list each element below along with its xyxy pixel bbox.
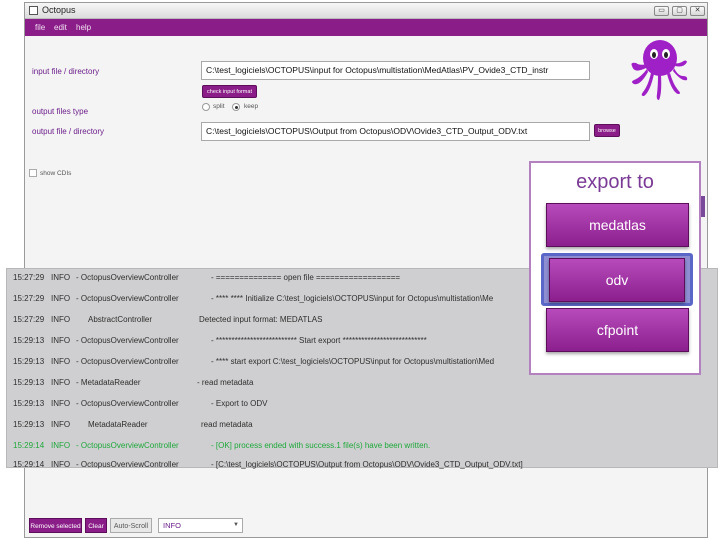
keep-radio[interactable]: [232, 103, 240, 111]
show-cdis-label: show CDIs: [40, 170, 72, 177]
output-path-field[interactable]: C:\test_logiciels\OCTOPUS\Output from Oc…: [201, 122, 590, 141]
chevron-down-icon: ▼: [233, 522, 239, 528]
output-type-label: output files type: [32, 107, 89, 116]
keep-label: keep: [244, 103, 259, 110]
browse-button[interactable]: browse: [594, 124, 620, 137]
menu-help[interactable]: help: [76, 23, 91, 32]
split-radio[interactable]: [202, 103, 210, 111]
split-label: split: [213, 103, 225, 110]
auto-scroll-toggle[interactable]: Auto-Scroll: [110, 518, 152, 533]
export-odv-button[interactable]: odv: [549, 258, 685, 302]
octopus-logo: [631, 40, 688, 100]
export-title: export to: [576, 171, 654, 193]
menu-file[interactable]: file: [35, 23, 45, 32]
export-panel: export to medatlas odv cfpoint: [529, 161, 701, 375]
show-cdis-checkbox[interactable]: [29, 169, 37, 177]
log-level-select[interactable]: INFO ▼: [158, 518, 243, 533]
window-title: Octopus: [42, 5, 76, 15]
close-button[interactable]: ✕: [690, 6, 705, 16]
menu-edit[interactable]: edit: [54, 23, 67, 32]
input-path-field[interactable]: C:\test_logiciels\OCTOPUS\input for Octo…: [201, 61, 590, 80]
input-label: input file / directory: [32, 67, 100, 76]
export-cfpoint-button[interactable]: cfpoint: [546, 308, 689, 352]
output-label: output file / directory: [32, 127, 105, 136]
minimize-button[interactable]: ▭: [654, 6, 669, 16]
export-medatlas-button[interactable]: medatlas: [546, 203, 689, 247]
title-bar: Octopus ▭ ▢ ✕: [25, 3, 707, 19]
clear-button[interactable]: Clear: [85, 518, 107, 533]
log-level-value: INFO: [163, 521, 181, 530]
check-input-format-button[interactable]: check input format: [202, 85, 257, 98]
app-icon: [29, 6, 38, 15]
remove-selected-button[interactable]: Remove selected: [29, 518, 82, 533]
menu-bar: file edit help: [25, 19, 707, 36]
maximize-button[interactable]: ▢: [672, 6, 687, 16]
